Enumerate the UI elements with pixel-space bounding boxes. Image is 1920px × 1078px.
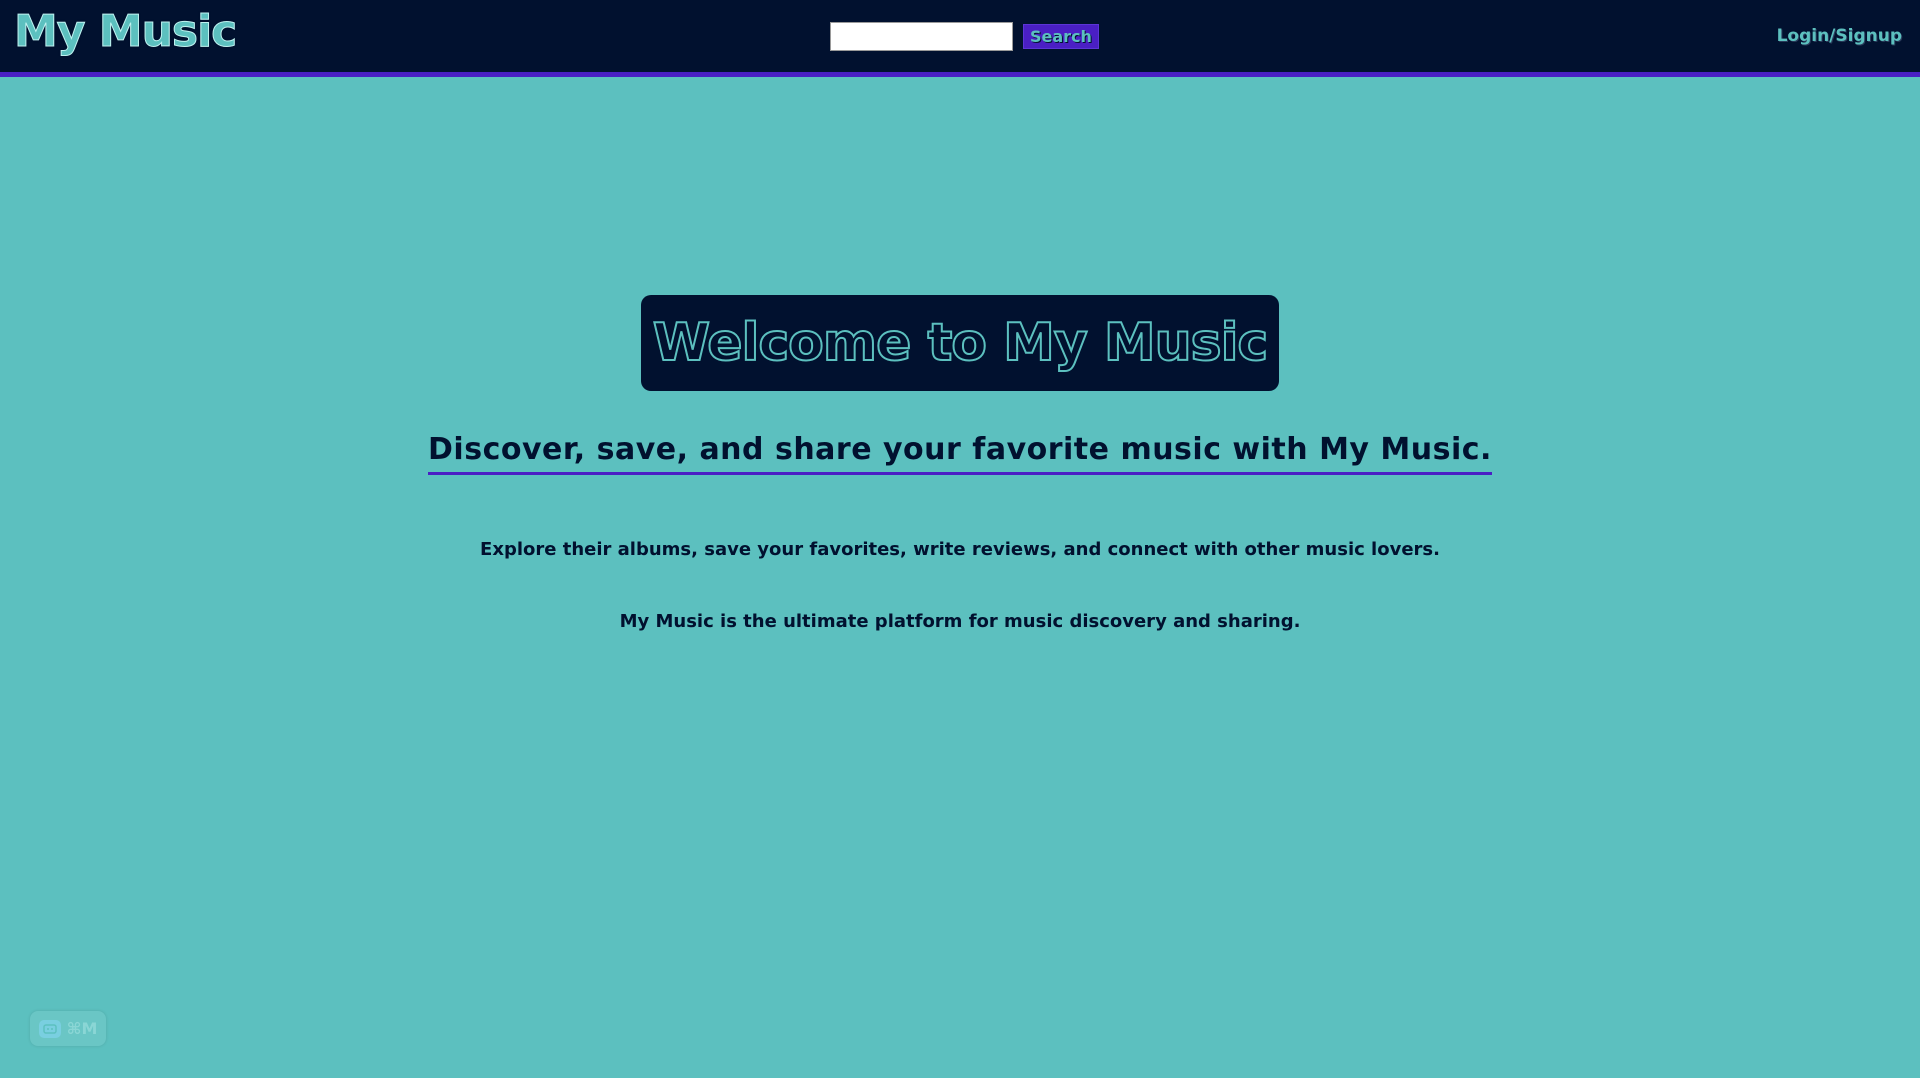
assistant-icon	[38, 1019, 61, 1038]
platform-paragraph: My Music is the ultimate platform for mu…	[619, 611, 1301, 632]
welcome-heading: Welcome to My Music	[652, 312, 1269, 374]
assistant-shortcut-badge[interactable]: ⌘M	[30, 1011, 106, 1046]
search-button[interactable]: Search	[1023, 24, 1099, 49]
site-logo[interactable]: My Music	[13, 4, 237, 60]
tagline-container: Discover, save, and share your favorite …	[0, 430, 1920, 475]
tagline-heading: Discover, save, and share your favorite …	[428, 430, 1492, 475]
assistant-glyph-icon	[42, 1023, 57, 1034]
search-input[interactable]	[830, 22, 1013, 51]
login-signup-link[interactable]: Login/Signup	[1777, 22, 1902, 50]
welcome-banner: Welcome to My Music	[641, 295, 1279, 391]
search-bar: Search	[830, 22, 1099, 51]
intro-paragraph: Explore their albums, save your favorite…	[480, 539, 1440, 560]
shortcut-label: ⌘M	[66, 1019, 98, 1038]
top-navbar: My Music Search Login/Signup	[0, 0, 1920, 77]
